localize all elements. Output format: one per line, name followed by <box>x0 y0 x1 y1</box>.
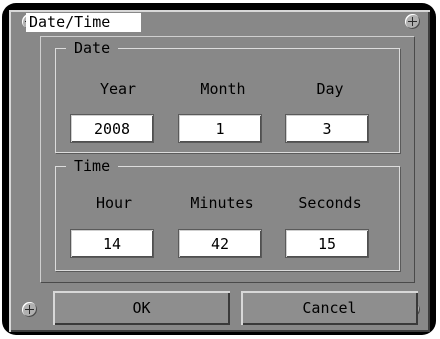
hour-label: Hour <box>95 194 133 212</box>
ok-button[interactable]: OK <box>53 291 230 325</box>
time-group-legend: Time <box>66 158 119 175</box>
day-label: Day <box>316 80 344 98</box>
year-field[interactable] <box>71 115 153 142</box>
cancel-button[interactable]: Cancel <box>241 291 418 325</box>
year-label: Year <box>99 80 137 98</box>
corner-plus-icon <box>405 14 420 29</box>
seconds-label: Seconds <box>298 194 362 212</box>
hour-field[interactable] <box>71 230 153 257</box>
minutes-field[interactable] <box>179 230 261 257</box>
date-group-legend: Date <box>66 40 119 57</box>
seconds-field[interactable] <box>286 230 368 257</box>
dialog-title: Date/Time <box>26 13 141 32</box>
corner-plus-icon <box>22 302 37 317</box>
day-field[interactable] <box>286 115 368 142</box>
month-field[interactable] <box>179 115 261 142</box>
month-label: Month <box>200 80 246 98</box>
minutes-label: Minutes <box>190 194 254 212</box>
